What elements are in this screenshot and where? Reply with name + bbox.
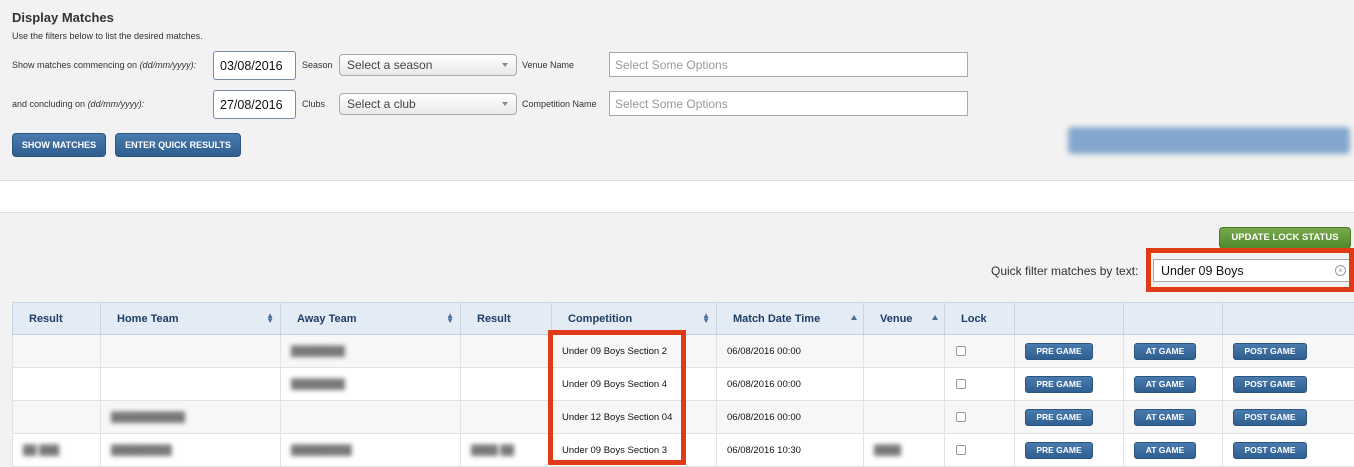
sort-asc-icon: [851, 315, 857, 320]
col-pre-game: [1014, 302, 1124, 335]
sort-asc-icon: [932, 315, 938, 320]
season-label: Season: [302, 60, 333, 70]
post-game-button[interactable]: POST GAME: [1233, 408, 1307, 426]
start-date-input[interactable]: 03/08/2016: [213, 51, 296, 80]
show-matches-button[interactable]: SHOW MATCHES: [12, 133, 106, 157]
filters-instructions: Use the filters below to list the desire…: [12, 31, 203, 41]
start-date-label: Show matches commencing on (dd/mm/yyyy):: [12, 60, 197, 70]
lock-checkbox[interactable]: [956, 411, 966, 422]
pre-game-button[interactable]: PRE GAME: [1025, 375, 1093, 393]
blurred-action-button[interactable]: [1068, 127, 1350, 154]
section-divider: [0, 180, 1354, 213]
at-game-button[interactable]: AT GAME: [1134, 342, 1196, 360]
pre-game-button[interactable]: PRE GAME: [1025, 408, 1093, 426]
away-team-redacted: █████████: [291, 444, 352, 456]
datetime-cell: 06/08/2016 10:30: [716, 433, 864, 467]
venue-multiselect[interactable]: Select Some Options: [609, 52, 968, 77]
enter-quick-results-button[interactable]: ENTER QUICK RESULTS: [115, 133, 241, 157]
home-team-redacted: ███████████: [111, 411, 186, 423]
result-redacted: ████ ██: [471, 444, 515, 456]
post-game-button[interactable]: POST GAME: [1233, 342, 1307, 360]
quick-filter-label: Quick filter matches by text:: [991, 264, 1139, 278]
lock-checkbox[interactable]: [956, 444, 966, 455]
update-lock-status-button[interactable]: UPDATE LOCK STATUS: [1219, 227, 1351, 249]
sort-icon: ▲ ▼: [702, 311, 710, 325]
col-result-home[interactable]: Result: [12, 302, 101, 335]
post-game-button[interactable]: POST GAME: [1233, 441, 1307, 459]
pre-game-button[interactable]: PRE GAME: [1025, 342, 1093, 360]
col-result-away[interactable]: Result: [460, 302, 552, 335]
quick-filter-highlight: [1146, 248, 1354, 292]
col-lock[interactable]: Lock: [944, 302, 1015, 335]
end-date-label: and concluding on (dd/mm/yyyy):: [12, 99, 145, 109]
clubs-select[interactable]: Select a club: [339, 93, 517, 115]
clubs-label: Clubs: [302, 99, 326, 109]
venue-label: Venue Name: [522, 60, 575, 70]
datetime-cell: 06/08/2016 00:00: [716, 400, 864, 434]
competition-multiselect[interactable]: Select Some Options: [609, 91, 968, 116]
post-game-button[interactable]: POST GAME: [1233, 375, 1307, 393]
at-game-button[interactable]: AT GAME: [1134, 441, 1196, 459]
result-redacted: ██ ███: [23, 444, 60, 456]
chevron-down-icon: [502, 102, 508, 106]
col-at-game: [1123, 302, 1223, 335]
lock-checkbox[interactable]: [956, 345, 966, 356]
end-date-input[interactable]: 27/08/2016: [213, 90, 296, 119]
competition-highlight: [548, 330, 686, 465]
away-team-redacted: ████████: [291, 378, 345, 390]
at-game-button[interactable]: AT GAME: [1134, 408, 1196, 426]
col-home-team[interactable]: Home Team ▲ ▼: [100, 302, 281, 335]
col-match-date-time[interactable]: Match Date Time: [716, 302, 864, 335]
season-select[interactable]: Select a season: [339, 54, 517, 76]
sort-icon: ▲ ▼: [446, 311, 454, 325]
col-away-team[interactable]: Away Team ▲ ▼: [280, 302, 461, 335]
col-post-game: [1222, 302, 1354, 335]
competition-label: Competition Name: [522, 99, 597, 109]
venue-redacted: ████: [874, 444, 901, 456]
away-team-redacted: ████████: [291, 345, 345, 357]
lock-checkbox[interactable]: [956, 378, 966, 389]
at-game-button[interactable]: AT GAME: [1134, 375, 1196, 393]
col-venue[interactable]: Venue: [863, 302, 945, 335]
pre-game-button[interactable]: PRE GAME: [1025, 441, 1093, 459]
chevron-down-icon: [502, 63, 508, 67]
datetime-cell: 06/08/2016 00:00: [716, 367, 864, 401]
home-team-redacted: █████████: [111, 444, 172, 456]
datetime-cell: 06/08/2016 00:00: [716, 334, 864, 368]
sort-icon: ▲ ▼: [266, 311, 274, 325]
page-title: Display Matches: [12, 10, 114, 25]
